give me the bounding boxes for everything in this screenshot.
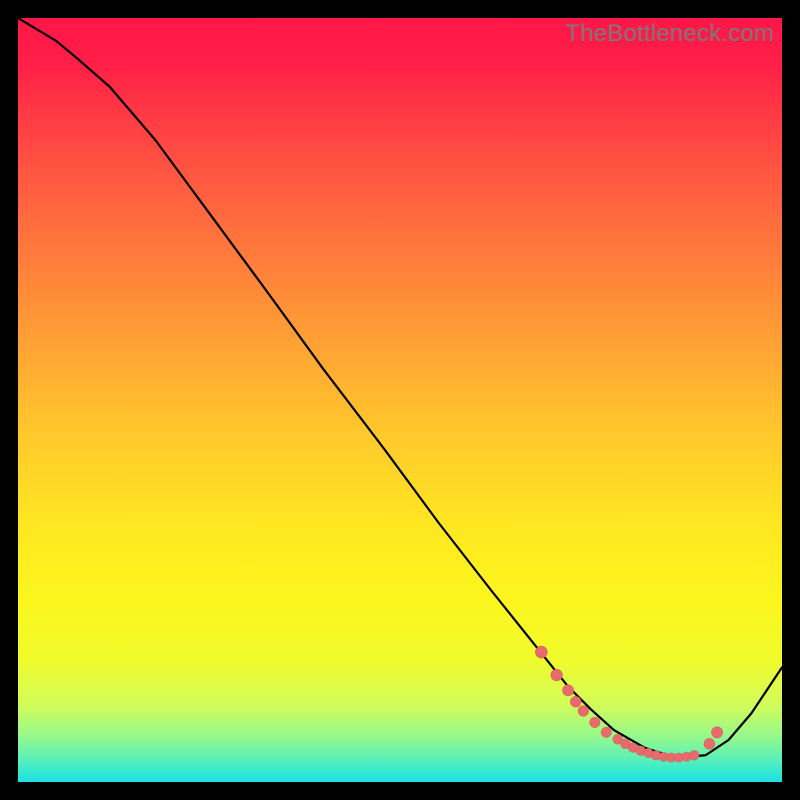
scatter-point [704, 738, 715, 749]
scatter-point [570, 696, 581, 707]
chart-frame: TheBottleneck.com [18, 18, 782, 782]
chart-svg [18, 18, 782, 782]
scatter-point [551, 669, 563, 681]
scatter-point [689, 750, 699, 760]
scatter-point [562, 685, 574, 697]
scatter-points [535, 646, 723, 762]
scatter-point [578, 705, 589, 716]
scatter-point [601, 727, 612, 738]
scatter-point [535, 646, 547, 658]
scatter-point [711, 727, 723, 739]
curve-line [18, 18, 782, 758]
watermark-text: TheBottleneck.com [565, 20, 774, 48]
scatter-point [589, 717, 600, 728]
